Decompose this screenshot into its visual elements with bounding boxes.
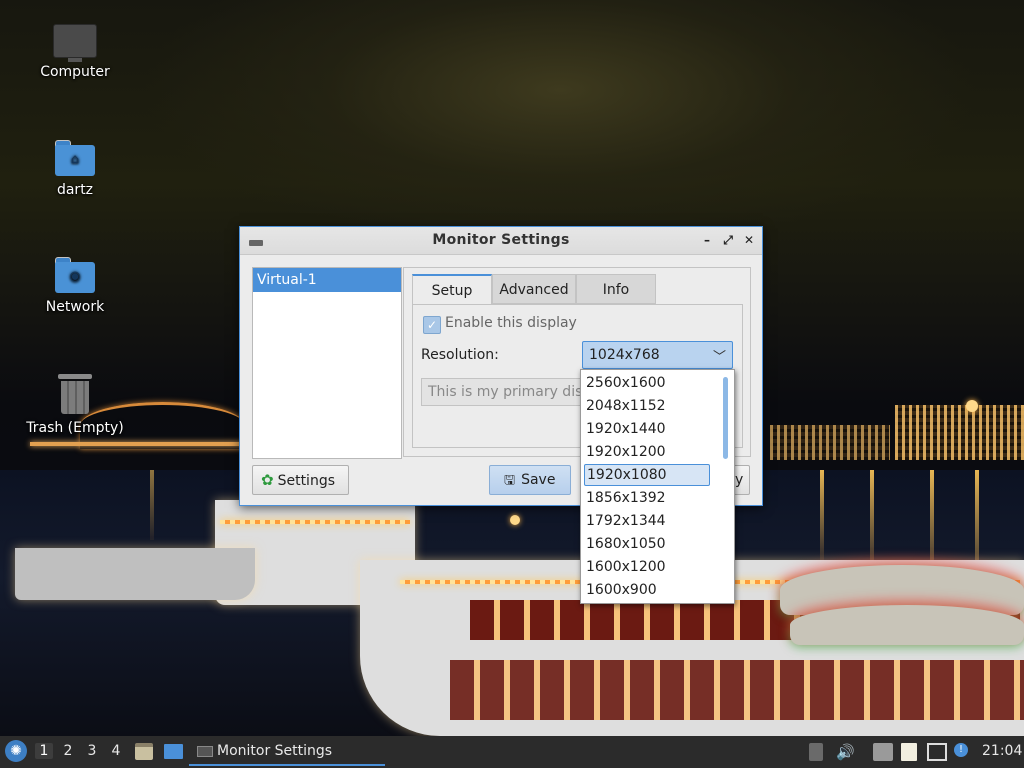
monitor-list[interactable]: Virtual-1 <box>252 267 402 459</box>
wallpaper-reflection <box>870 470 874 570</box>
wallpaper-boat-lights <box>220 520 410 524</box>
wallpaper-ship-windows <box>450 660 1024 720</box>
workspace-1[interactable]: 1 <box>35 743 53 759</box>
wallpaper-building <box>895 405 1024 460</box>
workspace-2[interactable]: 2 <box>59 743 77 759</box>
workspace-3[interactable]: 3 <box>83 743 101 759</box>
wallpaper-reflection <box>820 470 824 560</box>
resolution-option[interactable]: 1920x1440 <box>584 418 710 440</box>
wallpaper-light <box>510 515 520 525</box>
desktop-icon-network[interactable]: ◉ Network <box>20 257 130 315</box>
resolution-value: 1024x768 <box>589 347 660 363</box>
wallpaper-boat <box>15 548 255 600</box>
resolution-option[interactable]: 1792x1344 <box>584 510 710 532</box>
tray-eject-icon[interactable] <box>809 743 823 761</box>
desktop-icon-computer[interactable]: Computer <box>20 24 130 80</box>
settings-button-label: Settings <box>277 473 335 489</box>
start-menu-icon[interactable]: ✺ <box>5 740 27 762</box>
display-switch-icon[interactable] <box>927 743 947 761</box>
home-folder-icon: ⌂ <box>55 140 95 176</box>
computer-icon <box>53 24 97 62</box>
desktop-icon-home[interactable]: ⌂ dartz <box>20 140 130 198</box>
desktop-icon-label: Network <box>45 299 105 315</box>
minimize-icon[interactable]: – <box>699 232 715 248</box>
network-wired-icon[interactable] <box>873 743 893 761</box>
clipboard-icon[interactable] <box>901 743 917 761</box>
title-bar[interactable]: Monitor Settings – ⤢ ✕ <box>240 227 762 255</box>
wallpaper-canopy <box>790 605 1024 645</box>
resolution-option[interactable]: 1920x1200 <box>584 441 710 463</box>
resolution-option[interactable]: 2048x1152 <box>584 395 710 417</box>
save-icon: 🖫 <box>504 473 516 488</box>
tab-info[interactable]: Info <box>576 274 656 304</box>
taskbar-task-monitor-settings[interactable]: Monitor Settings <box>189 738 385 766</box>
enable-display-checkbox[interactable]: ✓ <box>423 316 441 334</box>
show-desktop-icon[interactable] <box>164 744 183 759</box>
wallpaper-light <box>966 400 978 412</box>
desktop-icon-label: dartz <box>56 182 94 198</box>
monitor-app-icon <box>197 746 213 757</box>
resolution-option[interactable]: 1600x1200 <box>584 556 710 578</box>
save-button[interactable]: 🖫 Save <box>489 465 571 495</box>
task-title: Monitor Settings <box>217 743 333 759</box>
close-icon[interactable]: ✕ <box>741 232 757 248</box>
resolution-option[interactable]: 1680x1050 <box>584 533 710 555</box>
wallpaper-bridge-deck <box>30 442 245 446</box>
save-button-label: Save <box>521 472 556 488</box>
resolution-option[interactable]: 1600x900 <box>584 579 710 601</box>
resolution-dropdown-list[interactable]: 2560x1600 2048x1152 1920x1440 1920x1200 … <box>580 369 735 604</box>
network-folder-icon: ◉ <box>55 257 95 293</box>
workspace-4[interactable]: 4 <box>107 743 125 759</box>
taskbar: ✺ 1 2 3 4 Monitor Settings 🔊 ! 21:04 <box>0 736 1024 768</box>
resolution-option-highlighted[interactable]: 1920x1080 <box>584 464 710 486</box>
apply-button-label: y <box>735 472 744 488</box>
resolution-label: Resolution: <box>421 347 499 363</box>
settings-button[interactable]: ✿ Settings <box>252 465 349 495</box>
window-title: Monitor Settings <box>432 232 570 248</box>
resolution-combobox[interactable]: 1024x768 ﹀ <box>582 341 733 369</box>
desktop-icon-label: Computer <box>40 64 110 80</box>
wallpaper-reflection <box>150 470 154 540</box>
dropdown-scrollbar[interactable] <box>723 377 728 459</box>
trash-icon <box>58 374 92 414</box>
desktop-icon-trash[interactable]: Trash (Empty) <box>20 374 130 436</box>
desktop-icon-label: Trash (Empty) <box>26 420 124 436</box>
tab-setup[interactable]: Setup <box>412 274 492 304</box>
clock[interactable]: 21:04 <box>982 743 1022 759</box>
update-notifier-icon[interactable]: ! <box>954 743 968 757</box>
enable-display-label[interactable]: Enable this display <box>445 315 577 331</box>
chevron-down-icon: ﹀ <box>712 350 726 365</box>
monitor-list-item[interactable]: Virtual-1 <box>253 268 401 292</box>
gear-icon: ✿ <box>261 471 274 489</box>
volume-icon[interactable]: 🔊 <box>836 743 855 761</box>
resolution-option[interactable]: 1856x1392 <box>584 487 710 509</box>
resolution-option[interactable]: 2560x1600 <box>584 372 710 394</box>
maximize-icon[interactable]: ⤢ <box>720 232 736 248</box>
file-manager-icon[interactable] <box>135 743 153 760</box>
tab-advanced[interactable]: Advanced <box>492 274 576 304</box>
wallpaper-building <box>770 425 890 460</box>
